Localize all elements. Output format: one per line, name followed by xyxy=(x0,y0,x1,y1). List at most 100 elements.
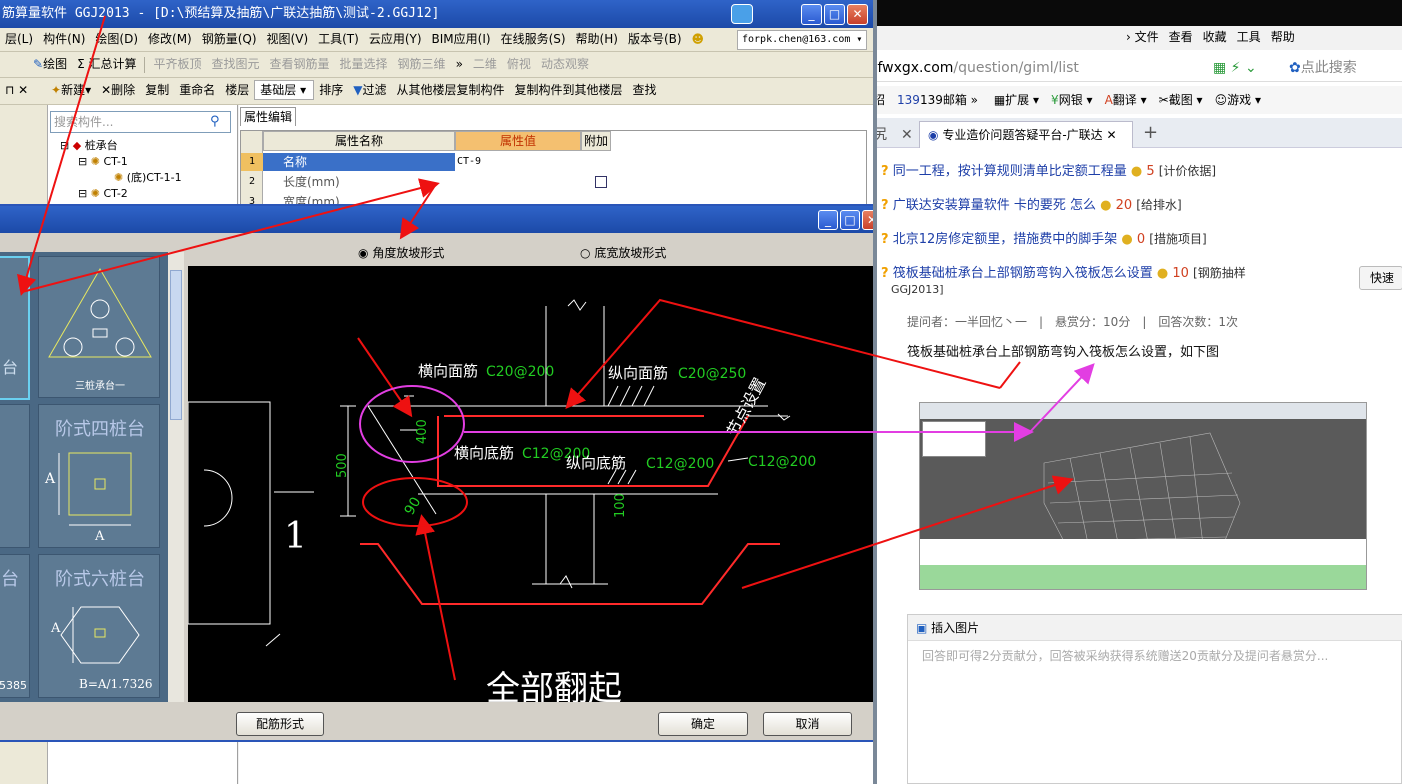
section-drawing-canvas[interactable]: 横向面筋 C20@200 纵向面筋 C20@250 横向底筋 C12@200 纵… xyxy=(188,266,884,702)
question-screenshot-image[interactable] xyxy=(919,402,1367,590)
question-item[interactable]: ? 广联达安装算量软件 卡的要死 怎么 ● 20 [给排水] xyxy=(881,194,1182,213)
new-button[interactable]: ✦新建▾ xyxy=(46,78,96,102)
tile-partial[interactable] xyxy=(0,404,30,548)
help-icon[interactable] xyxy=(731,4,753,24)
tree-node-pile-cap[interactable]: ⊟ ◆ 桩承台 xyxy=(60,138,182,154)
component-search-input[interactable]: 搜索构件... xyxy=(50,111,231,133)
prop-value-cell[interactable]: CT-9 xyxy=(455,153,581,171)
rebar-3d-button[interactable]: 钢筋三维 xyxy=(393,52,451,76)
tab-active[interactable]: ◉ 专业造价问题答疑平台-广联达 ✕ xyxy=(919,121,1133,148)
answer-editor[interactable]: ▣ 插入图片 回答即可得2分贡献分，回答被采纳获得系统赠送20贡献分及提问者悬赏… xyxy=(907,614,1402,784)
menu-component[interactable]: 构件(N) xyxy=(38,28,90,50)
draw-button[interactable]: ✎绘图 xyxy=(28,52,72,76)
tab-prev-close[interactable]: 尻 ✕ xyxy=(873,124,913,144)
question-category[interactable]: [计价依据] xyxy=(1159,164,1216,178)
filter-button[interactable]: ▼过滤 xyxy=(348,78,391,102)
tile-stepped-six-pile-cap[interactable]: 阶式六桩台 A B=A/1.7326 xyxy=(38,554,160,698)
tree-node-ct1[interactable]: ⊟ ✺ CT-1 xyxy=(60,154,182,170)
question-title[interactable]: 同一工程，按计算规则清单比定额工程量 xyxy=(893,164,1127,179)
menu-view[interactable]: 查看 xyxy=(1164,26,1198,48)
prop-name-cell[interactable]: 名称 xyxy=(263,153,455,171)
find-button[interactable]: 查找 xyxy=(628,78,662,102)
prop-name-cell[interactable]: 长度(mm) xyxy=(263,173,455,191)
rebar-form-button[interactable]: 配筋形式 xyxy=(236,712,324,736)
menu-modify[interactable]: 修改(M) xyxy=(143,28,197,50)
insert-image-button[interactable]: ▣ 插入图片 xyxy=(908,615,1402,641)
search-icon[interactable]: ⚲ xyxy=(210,113,228,131)
view-2d-dropdown[interactable]: 二维 xyxy=(468,52,502,76)
menu-version[interactable]: 版本号(B) xyxy=(623,28,687,50)
dialog-minimize-button[interactable]: _ xyxy=(818,210,838,230)
maximize-button[interactable]: □ xyxy=(824,4,845,25)
radio-width-slope[interactable]: ○ 底宽放坡形式 xyxy=(580,244,666,261)
batch-select-button[interactable]: 批量选择 xyxy=(335,52,393,76)
question-item[interactable]: ? 筏板基础桩承台上部钢筋弯钩入筏板怎么设置 ● 10 [钢筋抽样 xyxy=(881,262,1246,281)
question-title[interactable]: 北京12房修定额里，措施费中的脚手架 xyxy=(893,232,1118,247)
menu-help[interactable]: 帮助 xyxy=(1266,26,1300,48)
menu-cloud[interactable]: 云应用(Y) xyxy=(364,28,427,50)
qr-icon[interactable]: ▦ ⚡ ⌄ xyxy=(1213,54,1257,82)
radio-angle-slope[interactable]: ◉ 角度放坡形式 xyxy=(358,244,444,261)
question-category[interactable]: [措施项目] xyxy=(1149,232,1206,246)
tile-scrollbar[interactable] xyxy=(168,252,184,702)
account-dropdown[interactable]: forpk.chen@163.com ▾ xyxy=(737,30,867,50)
menu-online[interactable]: 在线服务(S) xyxy=(496,28,571,50)
question-item[interactable]: ? 北京12房修定额里，措施费中的脚手架 ● 0 [措施项目] xyxy=(881,228,1207,247)
prop-checkbox[interactable] xyxy=(595,176,607,188)
tile-three-pile-cap[interactable]: 三桩承台一 xyxy=(38,256,160,398)
tree-node-ct2[interactable]: ⊟ ✺ CT-2 xyxy=(60,186,182,202)
menu-tools[interactable]: 工具(T) xyxy=(313,28,364,50)
copy-button[interactable]: 复制 xyxy=(140,78,174,102)
search-box[interactable]: ✿点此搜索 xyxy=(1289,54,1357,82)
fav-screenshot[interactable]: ✂截图 ▾ xyxy=(1159,93,1203,107)
sort-button[interactable]: 排序 xyxy=(314,78,348,102)
menu-draw[interactable]: 绘图(D) xyxy=(90,28,143,50)
find-element-button[interactable]: 查找图元 xyxy=(207,52,265,76)
delete-button[interactable]: ✕删除 xyxy=(96,78,140,102)
question-item[interactable]: ? 同一工程，按计算规则清单比定额工程量 ● 5 [计价依据] xyxy=(881,160,1216,179)
tile-stepped-four-pile-cap[interactable]: 阶式四桩台 A A xyxy=(38,404,160,548)
fav-games[interactable]: ☺游戏 ▾ xyxy=(1215,93,1261,107)
new-label: 新建 xyxy=(61,83,86,97)
ok-button[interactable]: 确定 xyxy=(658,712,748,736)
close-button[interactable]: ✕ xyxy=(847,4,868,25)
copy-from-floor-button[interactable]: 从其他楼层复制构件 xyxy=(392,78,510,102)
cancel-button[interactable]: 取消 xyxy=(763,712,852,736)
tile-partial[interactable]: 台 5385 xyxy=(0,554,30,698)
tree-node-ct1-1[interactable]: ✺ (底)CT-1-1 xyxy=(60,170,182,186)
tile-partial-selected[interactable]: 台 xyxy=(0,256,30,400)
question-title[interactable]: 筏板基础桩承台上部钢筋弯钩入筏板怎么设置 xyxy=(893,266,1153,281)
question-category[interactable]: [给排水] xyxy=(1136,198,1181,212)
menu-file[interactable]: › 文件 xyxy=(1121,26,1164,48)
quick-button[interactable]: 快速 xyxy=(1359,266,1402,290)
smiley-icon[interactable]: ☻ xyxy=(687,28,710,50)
rename-button[interactable]: 重命名 xyxy=(174,78,220,102)
toolbar-overflow[interactable]: » xyxy=(451,52,468,76)
flush-slab-button[interactable]: 平齐板顶 xyxy=(148,52,206,76)
fav-bank[interactable]: ¥网银 ▾ xyxy=(1051,93,1093,107)
pin-icon[interactable]: ⊓ ✕ xyxy=(0,78,46,102)
fav-139mail[interactable]: 139139邮箱 xyxy=(897,93,967,107)
new-tab-button[interactable]: + xyxy=(1143,122,1158,143)
question-category[interactable]: [钢筋抽样 xyxy=(1193,266,1246,280)
summary-calc-button[interactable]: Σ 汇总计算 xyxy=(72,52,141,76)
menu-bim[interactable]: BIM应用(I) xyxy=(427,28,496,50)
menu-favorites[interactable]: 收藏 xyxy=(1198,26,1232,48)
tab-property-edit[interactable]: 属性编辑 xyxy=(240,107,296,126)
copy-to-floor-button[interactable]: 复制构件到其他楼层 xyxy=(510,78,628,102)
fav-translate[interactable]: A翻译 ▾ xyxy=(1105,93,1147,107)
fav-extensions[interactable]: ▦扩展 ▾ xyxy=(994,93,1039,107)
menu-rebar[interactable]: 钢筋量(Q) xyxy=(197,28,262,50)
floor-select[interactable]: 基础层 ▾ xyxy=(254,80,315,100)
minimize-button[interactable]: _ xyxy=(801,4,822,25)
dialog-maximize-button[interactable]: □ xyxy=(840,210,860,230)
menu-floor[interactable]: 层(L) xyxy=(0,28,38,50)
question-title[interactable]: 广联达安装算量软件 卡的要死 怎么 xyxy=(893,198,1096,213)
view-rebar-button[interactable]: 查看钢筋量 xyxy=(265,52,335,76)
dynamic-view-button[interactable]: 动态观察 xyxy=(536,52,594,76)
address-bar[interactable]: .fwxgx.com/question/giml/list ▦ ⚡ ⌄ ✿点此搜… xyxy=(873,54,1402,82)
top-view-button[interactable]: 俯视 xyxy=(502,52,536,76)
menu-help[interactable]: 帮助(H) xyxy=(571,28,623,50)
menu-view[interactable]: 视图(V) xyxy=(262,28,314,50)
menu-tools[interactable]: 工具 xyxy=(1232,26,1266,48)
